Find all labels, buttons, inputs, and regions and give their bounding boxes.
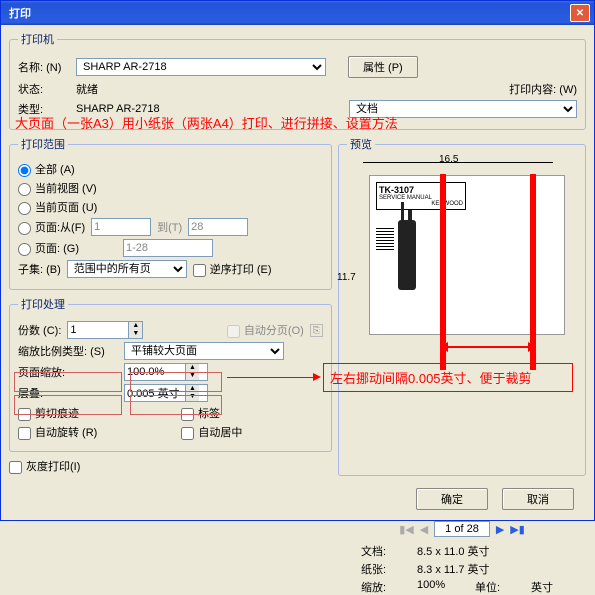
handling-group: 打印处理 份数 (C): ▲▼ 自动分页(O) ⎘ 缩放比例类型: (S) 平铺… bbox=[9, 296, 332, 452]
pagescale-label: 页面缩放: bbox=[18, 364, 118, 380]
preview-info: 文档: 8.5 x 11.0 英寸 纸张: 8.3 x 11.7 英寸 缩放: 100… bbox=[361, 543, 577, 595]
type-value: SHARP AR-2718 bbox=[76, 103, 160, 115]
content-label: 打印内容: (W) bbox=[509, 81, 577, 97]
ok-button[interactable]: 确定 bbox=[416, 488, 488, 510]
cancel-button[interactable]: 取消 bbox=[502, 488, 574, 510]
red-bar-left bbox=[440, 174, 446, 370]
printer-select[interactable]: SHARP AR-2718 bbox=[76, 58, 326, 76]
page-indicator: 1 of 28 bbox=[434, 521, 490, 537]
info-unit-label: 单位: bbox=[475, 579, 523, 595]
autocenter-check[interactable]: 自动居中 bbox=[181, 424, 242, 440]
radio-illustration bbox=[398, 220, 416, 290]
range-group: 打印范围 全部 (A) 当前视图 (V) 当前页面 (U) 页面:从(F) 到(… bbox=[9, 136, 332, 290]
radio-all[interactable]: 全部 (A) bbox=[18, 161, 75, 177]
to-label: 到(T) bbox=[157, 219, 182, 235]
type-label: 类型: bbox=[18, 101, 70, 117]
autorotate-check[interactable]: 自动旋转 (R) bbox=[18, 424, 97, 440]
barcode-icon bbox=[376, 226, 394, 252]
info-scale-label: 缩放: bbox=[361, 579, 409, 595]
grayscale-check[interactable]: 灰度打印(I) bbox=[9, 458, 80, 474]
radio-currentview[interactable]: 当前视图 (V) bbox=[18, 180, 97, 196]
radio-pages[interactable]: 页面: (G) bbox=[18, 240, 79, 256]
info-doc-label: 文档: bbox=[361, 543, 409, 559]
subset-label: 子集: (B) bbox=[18, 261, 61, 277]
pagescale-spinner[interactable]: ▲▼ bbox=[124, 363, 208, 381]
print-dialog: 打印 ✕ 打印机 名称: (N) SHARP AR-2718 属性 (P) 状态… bbox=[0, 0, 595, 521]
titlebar: 打印 ✕ bbox=[1, 1, 594, 25]
reverse-check[interactable]: 逆序打印 (E) bbox=[193, 261, 272, 277]
printer-legend: 打印机 bbox=[18, 31, 57, 47]
subset-select[interactable]: 范围中的所有页 bbox=[67, 260, 187, 278]
close-button[interactable]: ✕ bbox=[570, 4, 590, 22]
name-label: 名称: (N) bbox=[18, 59, 70, 75]
info-paper-label: 纸张: bbox=[361, 561, 409, 577]
info-unit-val: 英寸 bbox=[531, 579, 553, 595]
collate-icon: ⎘ bbox=[310, 324, 323, 337]
properties-button[interactable]: 属性 (P) bbox=[348, 56, 418, 78]
handling-legend: 打印处理 bbox=[18, 296, 68, 312]
info-scale-val: 100% bbox=[417, 579, 467, 595]
preview-width: 16.5 bbox=[439, 154, 458, 165]
preview-brand: KENWOOD bbox=[379, 201, 463, 207]
preview-canvas: TK-3107 SERVICE MANUAL KENWOOD bbox=[369, 175, 565, 335]
content-select[interactable]: 文档 bbox=[349, 100, 577, 118]
info-paper-val: 8.3 x 11.7 英寸 bbox=[417, 561, 490, 577]
scaletype-label: 缩放比例类型: (S) bbox=[18, 343, 118, 359]
copies-spinner[interactable]: ▲▼ bbox=[67, 321, 143, 339]
info-doc-val: 8.5 x 11.0 英寸 bbox=[417, 543, 490, 559]
red-gap-arrow bbox=[446, 346, 530, 348]
collate-check: 自动分页(O) bbox=[227, 322, 304, 338]
page-navigator: ▮◀ ◀ 1 of 28 ▶ ▶▮ bbox=[347, 521, 577, 537]
overlap-label: 层叠: bbox=[18, 385, 118, 401]
red-bar-right bbox=[530, 174, 536, 370]
copies-label: 份数 (C): bbox=[18, 322, 61, 338]
preview-height: 11.7 bbox=[337, 272, 356, 283]
overlap-spinner[interactable]: ▲▼ bbox=[124, 384, 208, 402]
status-value: 就绪 bbox=[76, 81, 98, 97]
radio-currentpage[interactable]: 当前页面 (U) bbox=[18, 199, 97, 215]
to-input[interactable] bbox=[188, 218, 248, 236]
preview-legend: 预览 bbox=[347, 136, 375, 152]
radio-pagesfrom[interactable]: 页面:从(F) bbox=[18, 219, 85, 235]
from-input[interactable] bbox=[91, 218, 151, 236]
printer-group: 打印机 名称: (N) SHARP AR-2718 属性 (P) 状态: 就绪 … bbox=[9, 31, 586, 130]
status-label: 状态: bbox=[18, 81, 70, 97]
preview-device: TK-3107 bbox=[379, 185, 463, 195]
scaletype-select[interactable]: 平铺较大页面 bbox=[124, 342, 284, 360]
labels-check[interactable]: 标签 bbox=[181, 405, 220, 421]
cutmarks-check[interactable]: 剪切痕迹 bbox=[18, 405, 79, 421]
preview-group: 预览 16.5 11.7 TK-3107 SERVICE MANUAL KENW… bbox=[338, 136, 586, 476]
range-legend: 打印范围 bbox=[18, 136, 68, 152]
title-text: 打印 bbox=[9, 5, 31, 21]
pages-input[interactable] bbox=[123, 239, 213, 257]
